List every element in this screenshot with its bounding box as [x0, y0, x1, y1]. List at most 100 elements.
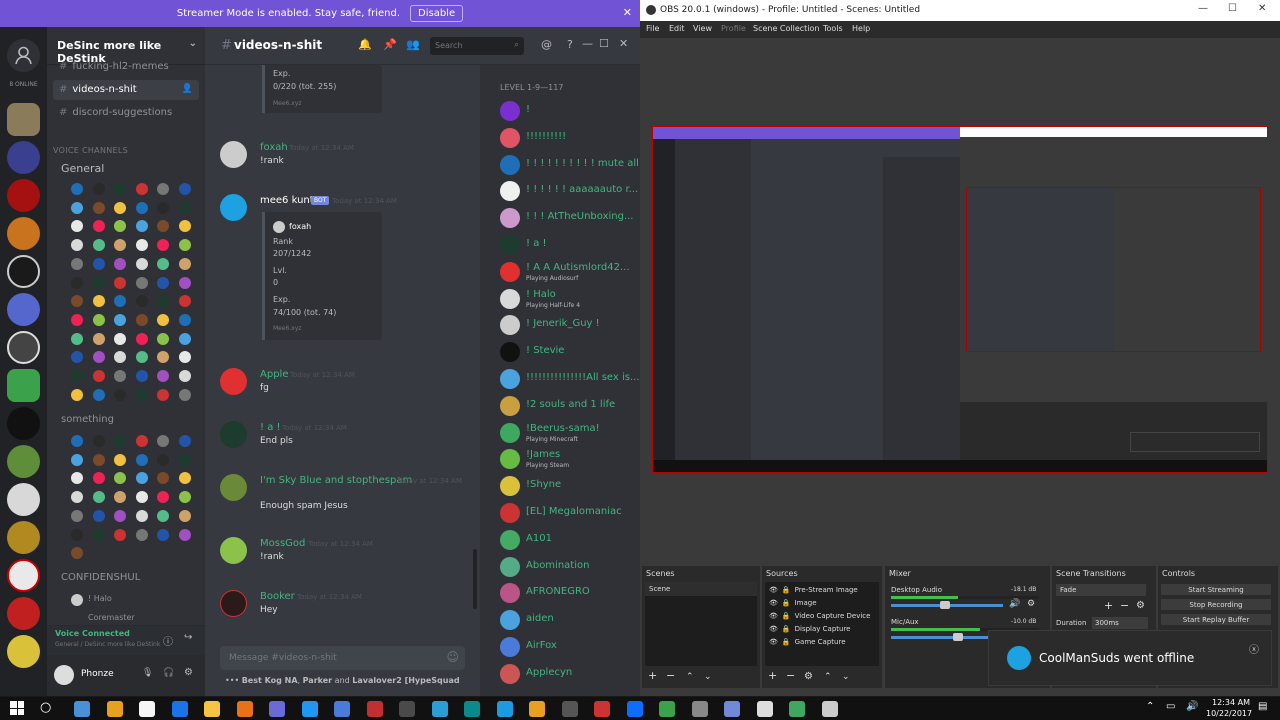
eye-icon[interactable]: 👁 [769, 612, 778, 620]
server-icon[interactable] [7, 521, 40, 554]
bell-icon[interactable]: 🔔 [358, 38, 372, 51]
voice-user-avatar[interactable] [92, 201, 105, 214]
lock-icon[interactable]: 🔒 [782, 638, 791, 646]
voice-user-avatar[interactable] [135, 370, 148, 382]
voice-user-avatar[interactable] [71, 547, 83, 560]
voice-user-avatar[interactable] [71, 295, 83, 308]
voice-user-avatar[interactable] [178, 313, 191, 326]
voice-user-avatar[interactable] [157, 183, 169, 195]
menu-help[interactable]: Help [852, 24, 870, 33]
voice-user-avatar[interactable] [157, 239, 169, 252]
taskbar-app-icon[interactable] [496, 701, 513, 717]
add-icon[interactable]: + [1104, 599, 1113, 612]
speaker-icon[interactable]: 🔊 [1009, 599, 1020, 609]
message-author[interactable]: mee6 kunt [260, 195, 314, 206]
avatar[interactable] [54, 665, 74, 685]
taskbar-app-icon[interactable] [431, 701, 448, 717]
voice-user-avatar[interactable] [157, 453, 169, 466]
voice-user-avatar[interactable] [178, 528, 191, 541]
volume-icon[interactable]: 🔊 [1186, 701, 1198, 712]
voice-user-avatar[interactable] [71, 183, 83, 195]
voice-user-avatar[interactable] [114, 528, 126, 541]
voice-user-avatar[interactable] [178, 351, 191, 364]
member-item[interactable]: ! ! ! ! ! ! ! ! ! ! mute all ... [500, 154, 640, 175]
source-item[interactable]: 👁 🔒 Pre-Stream Image [765, 584, 879, 597]
taskbar-app-icon[interactable] [756, 701, 773, 717]
taskbar-app-icon[interactable] [366, 701, 383, 717]
member-item[interactable]: Abomination [500, 556, 640, 577]
member-item[interactable]: ! A A Autismlord42... Playing Audiosurf [500, 261, 640, 282]
help-icon[interactable]: ? [567, 38, 573, 51]
voice-user-avatar[interactable] [157, 370, 169, 382]
menu-tools[interactable]: Tools [823, 24, 843, 33]
member-item[interactable]: ! ! ! AtTheUnboxing... [500, 208, 640, 229]
message-author[interactable]: foxah [260, 142, 288, 153]
voice-user-avatar[interactable] [71, 201, 83, 214]
eye-icon[interactable]: 👁 [769, 586, 778, 594]
message-author[interactable]: Booker [260, 591, 295, 602]
member-item[interactable]: !2 souls and 1 life [500, 395, 640, 416]
voice-user-avatar[interactable] [92, 239, 105, 252]
server-icon[interactable] [7, 255, 40, 288]
voice-user-avatar[interactable] [135, 528, 148, 541]
volume-handle[interactable] [953, 633, 963, 641]
voice-user-avatar[interactable] [178, 239, 191, 252]
voice-user-avatar[interactable] [135, 509, 148, 522]
close-icon[interactable]: ⓧ [1249, 641, 1259, 656]
settings-gear-icon[interactable]: ⚙ [804, 671, 813, 682]
voice-user-avatar[interactable] [178, 509, 191, 522]
voice-user-avatar[interactable] [178, 295, 191, 308]
voice-user-avatar[interactable] [135, 201, 148, 214]
voice-user-avatar[interactable] [157, 276, 169, 289]
eye-icon[interactable]: 👁 [769, 638, 778, 646]
taskbar-app-icon[interactable] [464, 701, 480, 717]
voice-user-avatar[interactable] [178, 435, 191, 447]
voice-user-avatar[interactable] [92, 332, 105, 345]
taskbar-app-icon[interactable] [74, 701, 90, 717]
obs-preview[interactable] [652, 126, 1268, 473]
message-author[interactable]: I'm Sky Blue and stopthespam [260, 475, 412, 486]
voice-user-avatar[interactable] [92, 528, 105, 541]
taskbar-app-icon[interactable] [269, 701, 285, 717]
voice-user-avatar[interactable] [178, 453, 191, 466]
settings-gear-icon[interactable]: ⚙ [1027, 599, 1035, 609]
voice-user-avatar[interactable] [157, 491, 169, 504]
clock-time[interactable]: 12:34 AM [1212, 698, 1250, 707]
lock-icon[interactable]: 🔒 [782, 612, 791, 620]
add-icon[interactable]: + [648, 669, 657, 682]
voice-user-avatar[interactable] [114, 491, 126, 504]
voice-user-avatar[interactable] [114, 220, 126, 233]
menu-view[interactable]: View [693, 24, 712, 33]
server-icon[interactable] [7, 597, 40, 630]
taskbar-app-icon[interactable] [821, 701, 838, 717]
avatar[interactable] [220, 590, 247, 617]
avatar[interactable] [220, 368, 247, 395]
lock-icon[interactable]: 🔒 [782, 599, 791, 607]
voice-user-avatar[interactable] [178, 472, 191, 485]
windows-start-icon[interactable] [10, 701, 24, 715]
add-icon[interactable]: + [768, 669, 777, 682]
maximize-icon[interactable]: ☐ [1228, 3, 1237, 14]
voice-user-avatar[interactable] [71, 388, 83, 401]
voice-user-avatar[interactable] [92, 351, 105, 364]
voice-user-avatar[interactable] [135, 276, 148, 289]
voice-user-avatar[interactable] [135, 435, 148, 447]
voice-user-avatar[interactable] [71, 491, 83, 504]
lock-icon[interactable]: 🔒 [782, 586, 791, 594]
member-item[interactable]: AirFox [500, 637, 640, 657]
voice-user-avatar[interactable] [178, 201, 191, 214]
voice-user-avatar[interactable] [135, 220, 148, 233]
mention-icon[interactable]: @ [541, 38, 552, 51]
menu-scene-collection[interactable]: Scene Collection [753, 24, 820, 33]
members-icon[interactable]: 👥 [406, 38, 420, 51]
close-icon[interactable]: ✕ [623, 6, 632, 19]
voice-user-avatar[interactable] [71, 276, 83, 289]
avatar[interactable] [220, 537, 247, 564]
voice-user-avatar[interactable] [114, 509, 126, 522]
voice-user-avatar[interactable] [114, 295, 126, 308]
taskbar-app-icon[interactable] [529, 701, 545, 717]
friends-home-icon[interactable] [7, 39, 40, 72]
member-item[interactable]: [EL] Megalomaniac [500, 503, 640, 523]
member-item[interactable]: !!!!!!!!!! [500, 127, 640, 148]
taskbar-app-icon[interactable] [204, 701, 220, 717]
